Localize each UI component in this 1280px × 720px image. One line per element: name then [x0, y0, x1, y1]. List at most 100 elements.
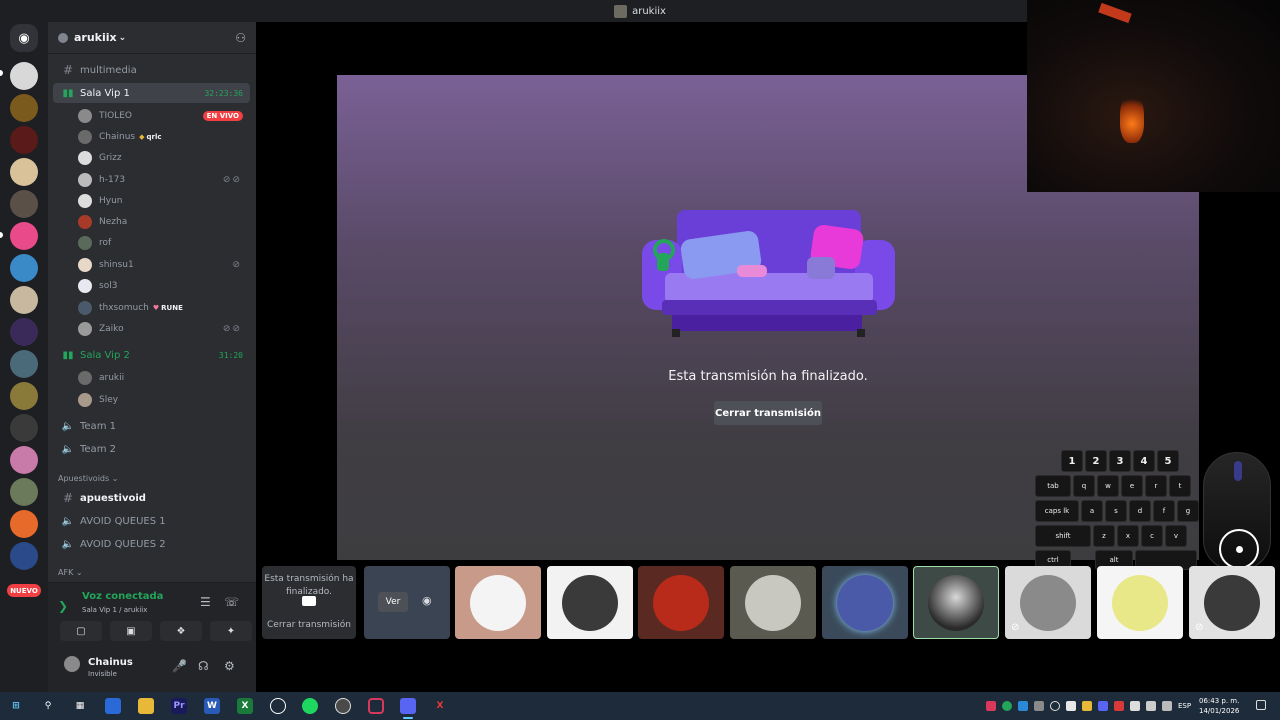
- participant-tile[interactable]: ⊘: [1189, 566, 1275, 639]
- app-icon[interactable]: [368, 698, 384, 714]
- voice-member[interactable]: Sley: [78, 390, 250, 409]
- channel-apuestivoid[interactable]: # apuestivoid: [53, 488, 250, 508]
- gear-icon[interactable]: ⚙: [224, 659, 235, 673]
- voice-member[interactable]: Hyun: [78, 191, 250, 210]
- participant-tile-speaking[interactable]: [913, 566, 999, 639]
- server-icon[interactable]: [10, 510, 38, 538]
- channel-multimedia[interactable]: # multimedia: [53, 60, 250, 80]
- search-icon[interactable]: ⚲: [40, 698, 56, 714]
- soundboard-button[interactable]: ✦: [210, 621, 252, 641]
- participant-tile[interactable]: [547, 566, 633, 639]
- voice-member[interactable]: sol3: [78, 276, 250, 295]
- voice-member[interactable]: rof: [78, 233, 250, 252]
- screen-share-button[interactable]: ▣: [110, 621, 152, 641]
- tray-icon[interactable]: [1034, 701, 1044, 711]
- voice-status[interactable]: Voz conectada: [82, 591, 163, 602]
- server-icon[interactable]: [10, 350, 38, 378]
- signal-icon[interactable]: ❯: [58, 599, 68, 613]
- camera-off-button[interactable]: ▢: [60, 621, 102, 641]
- start-icon[interactable]: ⊞: [8, 698, 24, 714]
- participant-tile[interactable]: [455, 566, 541, 639]
- tray-icon[interactable]: [1098, 701, 1108, 711]
- tray-icon[interactable]: [1050, 701, 1060, 711]
- voice-member[interactable]: Nezha: [78, 212, 250, 231]
- server-icon[interactable]: [10, 286, 38, 314]
- stream-preview-tile[interactable]: Ver ◉: [364, 566, 450, 639]
- discord-home-icon[interactable]: ◉: [10, 24, 38, 52]
- participant-tile[interactable]: ⊘: [1005, 566, 1091, 639]
- clock-app-icon[interactable]: [270, 698, 286, 714]
- premiere-icon[interactable]: Pr: [171, 698, 187, 714]
- voice-channel-team1[interactable]: 🔈 Team 1: [53, 416, 250, 436]
- battery-icon[interactable]: [1162, 701, 1172, 711]
- microphone-icon[interactable]: 🎤: [172, 659, 187, 673]
- voice-channel-vip1[interactable]: ▮▮ Sala Vip 1 32:23:36: [53, 83, 250, 103]
- file-explorer-icon[interactable]: [138, 698, 154, 714]
- avatar[interactable]: [64, 656, 80, 672]
- server-icon[interactable]: [10, 94, 38, 122]
- server-icon[interactable]: [10, 254, 38, 282]
- server-icon[interactable]: [10, 478, 38, 506]
- server-icon[interactable]: [10, 446, 38, 474]
- participant-tile[interactable]: [638, 566, 724, 639]
- voice-member[interactable]: TIOLEO EN VIVO: [78, 106, 250, 125]
- stream-ended-tile[interactable]: Esta transmisión ha finalizado. Cerrar t…: [262, 566, 356, 639]
- tray-icon[interactable]: [986, 701, 996, 711]
- voice-location[interactable]: Sala Vip 1 / arukiix: [82, 606, 147, 614]
- voice-channel-team2[interactable]: 🔈 Team 2: [53, 439, 250, 459]
- voice-member[interactable]: arukii: [78, 368, 250, 387]
- server-icon[interactable]: [10, 158, 38, 186]
- app-icon[interactable]: [105, 698, 121, 714]
- participant-tile[interactable]: [822, 566, 908, 639]
- volume-icon[interactable]: [1146, 701, 1156, 711]
- discord-taskbar-icon[interactable]: [400, 698, 416, 719]
- tray-icon[interactable]: [1066, 701, 1076, 711]
- server-icon[interactable]: [10, 190, 38, 218]
- add-member-icon[interactable]: ⚇: [235, 31, 246, 45]
- category-apuestivoids[interactable]: Apuestivoids ⌄: [58, 474, 118, 483]
- tile-close-stream[interactable]: Cerrar transmisión: [262, 620, 356, 630]
- excel-icon[interactable]: X: [237, 698, 253, 714]
- voice-member[interactable]: Zaiko ⊘⊘: [78, 319, 250, 338]
- voice-member[interactable]: h-173 ⊘⊘: [78, 170, 250, 189]
- language-indicator[interactable]: ESP: [1178, 702, 1191, 710]
- voice-channel-avoid1[interactable]: 🔈 AVOID QUEUES 1: [53, 511, 250, 531]
- server-icon[interactable]: [10, 382, 38, 410]
- activities-button[interactable]: ❖: [160, 621, 202, 641]
- voice-member[interactable]: Grizz: [78, 148, 250, 167]
- voice-channel-avoid2[interactable]: 🔈 AVOID QUEUES 2: [53, 534, 250, 554]
- disconnect-icon[interactable]: ☏: [224, 595, 239, 609]
- participant-tile[interactable]: [1097, 566, 1183, 639]
- server-icon[interactable]: [10, 126, 38, 154]
- server-icon[interactable]: [10, 62, 38, 90]
- popout-icon[interactable]: ◉: [422, 594, 432, 607]
- whatsapp-icon[interactable]: [1002, 701, 1012, 711]
- voice-member[interactable]: thxsomuch ♥ RUNE: [78, 298, 250, 317]
- server-icon[interactable]: [10, 222, 38, 250]
- user-name[interactable]: Chainus: [88, 657, 133, 668]
- spotify-icon[interactable]: [302, 698, 318, 714]
- tray-icon[interactable]: [1082, 701, 1092, 711]
- system-clock[interactable]: 06:43 p. m. 14/01/2026: [1199, 696, 1239, 716]
- new-badge[interactable]: NUEVO: [7, 584, 41, 597]
- tray-icon[interactable]: [1114, 701, 1124, 711]
- tray-icon[interactable]: [1018, 701, 1028, 711]
- server-icon[interactable]: [10, 414, 38, 442]
- notification-icon[interactable]: [1256, 700, 1266, 710]
- voice-member[interactable]: Chainus ◆ qrlc: [78, 127, 250, 146]
- wifi-icon[interactable]: [1130, 701, 1140, 711]
- server-icon[interactable]: [10, 318, 38, 346]
- voice-channel-vip2[interactable]: ▮▮ Sala Vip 2 31:20: [53, 345, 250, 365]
- close-stream-button[interactable]: Cerrar transmisión: [714, 401, 822, 425]
- server-icon[interactable]: [10, 542, 38, 570]
- noise-suppression-icon[interactable]: ☰: [200, 595, 211, 609]
- app-icon[interactable]: X: [432, 698, 448, 714]
- participant-tile[interactable]: [730, 566, 816, 639]
- server-header[interactable]: arukiix ⌄ ⚇: [48, 22, 256, 54]
- obs-icon[interactable]: [335, 698, 351, 714]
- category-afk[interactable]: AFK ⌄: [58, 568, 83, 577]
- voice-member[interactable]: shinsu1 ⊘: [78, 255, 250, 274]
- headphones-icon[interactable]: ☊: [198, 659, 209, 673]
- watch-stream-button[interactable]: Ver: [378, 592, 408, 612]
- task-view-icon[interactable]: ▦: [72, 698, 88, 714]
